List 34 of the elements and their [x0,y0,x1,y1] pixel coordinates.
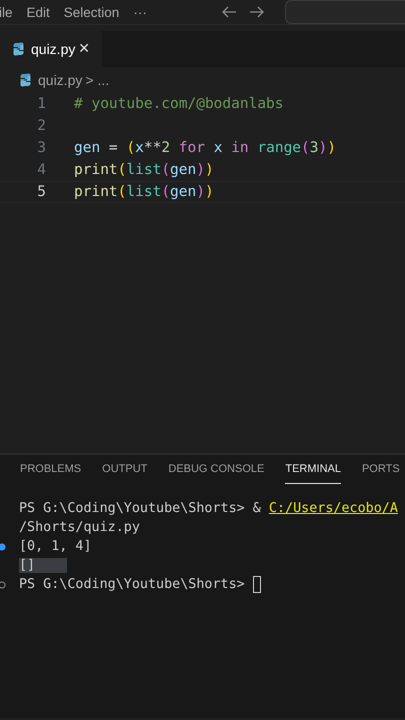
terminal-line: PS G:\Coding\Youtube\Shorts> [19,577,246,592]
forward-arrow-icon [248,5,265,19]
menu-item[interactable]: Selection [64,4,120,20]
code-line: gen = (x**2 for x in range(3)) [74,140,336,156]
menu-item[interactable]: Edit [26,4,50,20]
panel-tab[interactable]: PORTS [362,463,400,484]
panel-tab[interactable]: DEBUG CONSOLE [168,463,264,484]
line-number: 2 [36,118,46,134]
breadcrumb-item[interactable]: quiz.py [38,72,82,88]
panel-tab[interactable]: PROBLEMS [20,463,82,484]
code-line: print(list(gen)) [74,162,214,178]
editor-tab[interactable]: quiz.py ✕ [0,31,102,67]
terminal-line: /Shorts/quiz.py [19,520,140,535]
line-number: 4 [36,162,46,178]
panel-tab[interactable]: OUTPUT [102,463,148,484]
menu-item[interactable]: ile [0,4,13,20]
close-button[interactable]: ✕ [78,41,90,57]
line-number: 3 [36,140,46,156]
python-file-icon [19,73,32,87]
breadcrumb-separator: > [85,72,94,88]
code-line: print(list(gen)) [74,184,214,200]
terminal-line: PS G:\Coding\Youtube\Shorts> & C:/Users/ecobo/A [19,501,398,516]
file-link[interactable]: C:/Users/ecobo/A [268,501,398,516]
back-arrow-icon [220,5,237,19]
line-number: 1 [36,96,46,112]
code-line: # youtube.com/@bodanlabs [74,96,284,112]
line-number: 5 [36,184,46,200]
python-file-icon [12,42,25,56]
menu-item[interactable]: ··· [133,4,147,20]
breadcrumb-item[interactable]: ... [98,72,110,88]
search-field[interactable] [284,0,405,24]
tab-label: quiz.py [31,41,76,57]
terminal-line: [0, 1, 4] [19,539,92,554]
panel-tab[interactable]: TERMINAL [285,463,341,484]
